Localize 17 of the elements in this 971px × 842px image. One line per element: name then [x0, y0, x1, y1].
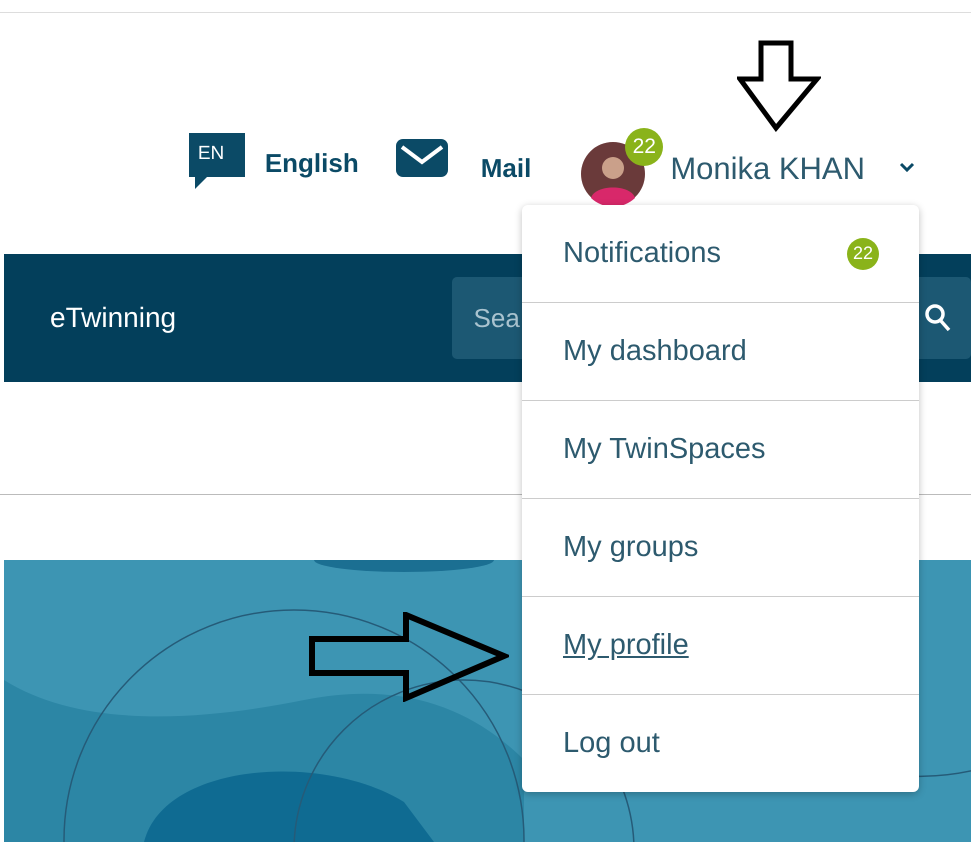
menu-item[interactable]: My profile: [563, 629, 689, 662]
language-code: EN: [198, 142, 224, 164]
user-name[interactable]: Monika KHAN: [670, 150, 865, 186]
mail-icon[interactable]: [394, 138, 449, 178]
menu-item[interactable]: Log out: [563, 727, 660, 760]
language-link[interactable]: English: [264, 148, 359, 179]
menu-item[interactable]: My TwinSpaces: [563, 433, 766, 466]
chevron-down-icon[interactable]: [899, 162, 915, 172]
mail-link[interactable]: Mail: [480, 153, 532, 184]
menu-item[interactable]: Notifications: [563, 237, 721, 270]
search-icon[interactable]: [925, 304, 951, 332]
menu-item[interactable]: My dashboard: [563, 335, 747, 368]
site-title[interactable]: eTwinning: [50, 302, 452, 334]
language-bubble-icon[interactable]: [186, 130, 247, 190]
notification-badge: 22: [847, 238, 879, 270]
notification-badge: 22: [625, 128, 664, 166]
menu-item[interactable]: My groups: [563, 531, 698, 564]
